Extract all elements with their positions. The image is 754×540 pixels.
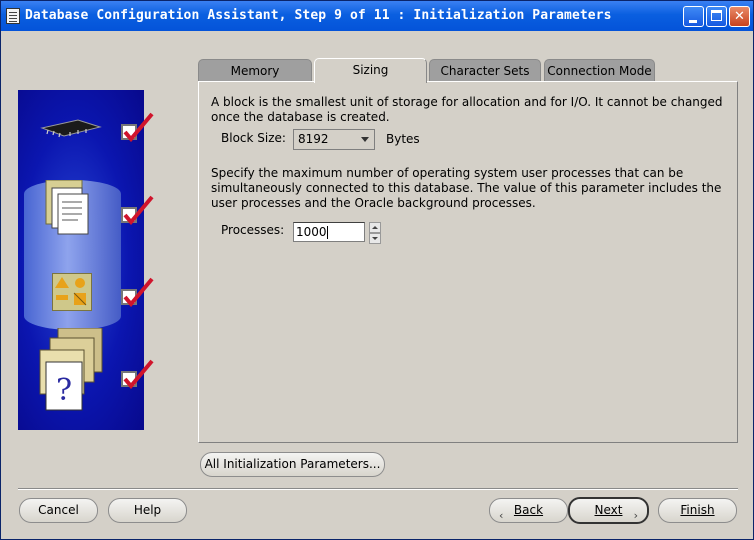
processes-spinner (369, 222, 381, 244)
cancel-button[interactable]: Cancel (19, 498, 98, 523)
block-size-value: 8192 (298, 132, 329, 146)
title-bar[interactable]: Database Configuration Assistant, Step 9… (1, 1, 753, 31)
processes-description: Specify the maximum number of operating … (211, 166, 722, 210)
dialog-window: Database Configuration Assistant, Step 9… (0, 0, 754, 540)
minimize-button[interactable] (683, 6, 704, 27)
app-icon (6, 8, 20, 24)
tab-sizing[interactable]: Sizing (314, 58, 427, 83)
block-size-label: Block Size: (221, 131, 286, 145)
folders-help-icon: ? (39, 328, 103, 411)
processes-label: Processes: (221, 223, 285, 237)
wizard-side-image: ? (18, 90, 154, 430)
block-size-description: A block is the smallest unit of storage … (211, 95, 723, 124)
memory-check-icon (121, 112, 154, 142)
help-button[interactable]: Help (108, 498, 187, 523)
processes-input[interactable]: 1000 (293, 222, 365, 242)
character-sets-check-icon (121, 277, 154, 307)
block-size-unit: Bytes (386, 132, 420, 146)
connection-mode-check-icon (121, 359, 154, 389)
window-title: Database Configuration Assistant, Step 9… (25, 8, 612, 23)
character-sets-icon (52, 273, 92, 311)
tab-character-sets[interactable]: Character Sets (429, 59, 541, 81)
close-button[interactable]: ✕ (729, 6, 750, 27)
spin-up-button[interactable] (369, 222, 381, 233)
block-size-select[interactable]: 8192 (293, 129, 375, 150)
chevron-left-icon: ‹ (499, 509, 504, 522)
all-initialization-parameters-button[interactable]: All Initialization Parameters... (200, 452, 385, 477)
separator (18, 488, 738, 490)
svg-text:?: ? (56, 373, 72, 408)
tab-memory[interactable]: Memory (198, 59, 312, 81)
documents-icon (45, 180, 89, 235)
chevron-right-icon: › (633, 509, 638, 522)
finish-button[interactable]: Finish (658, 498, 737, 523)
maximize-button[interactable] (706, 6, 727, 27)
next-button[interactable]: Next › (568, 497, 649, 524)
sizing-tab-panel: A block is the smallest unit of storage … (198, 81, 738, 443)
tab-connection-mode[interactable]: Connection Mode (544, 59, 655, 81)
spin-down-button[interactable] (369, 233, 381, 244)
memory-chip-icon (40, 119, 102, 138)
sizing-check-icon (121, 195, 154, 225)
back-button[interactable]: ‹ Back (489, 498, 568, 523)
back-label: Back (513, 503, 544, 517)
next-label: Next (594, 503, 623, 517)
finish-label: Finish (680, 503, 715, 517)
